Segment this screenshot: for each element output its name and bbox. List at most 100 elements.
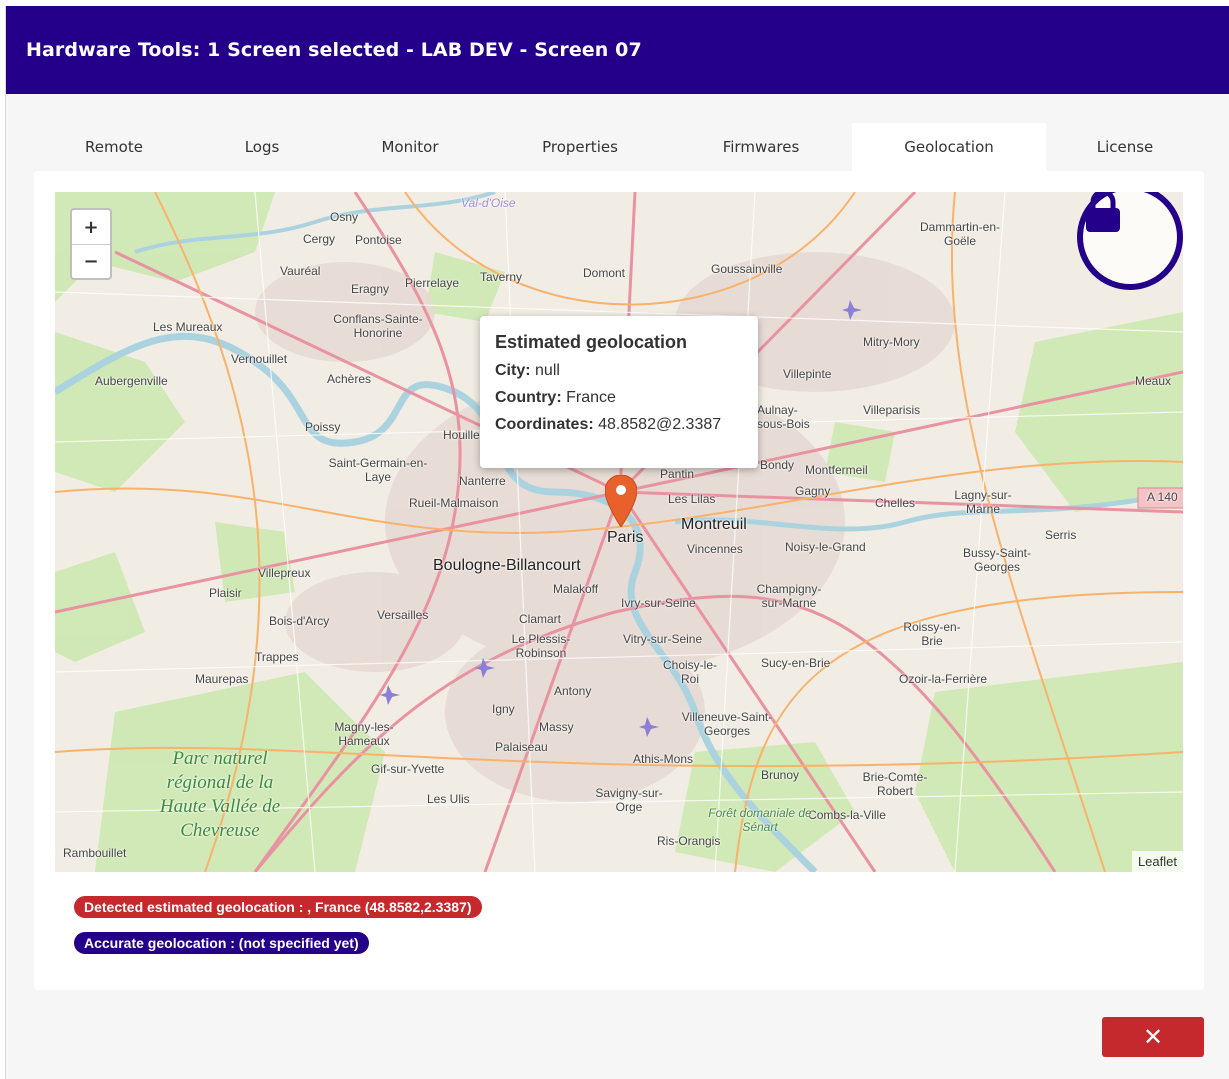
close-icon: ✕ (1142, 1023, 1164, 1051)
map-label-athis: Athis-Mons (633, 752, 694, 766)
map-label-gagny: Gagny (795, 484, 831, 498)
popup-title: Estimated geolocation (495, 332, 688, 352)
map-label-villeparisis: Villeparisis (863, 403, 921, 417)
map-label-vaureal: Vauréal (280, 264, 321, 278)
map-label-paris: Paris (607, 529, 644, 546)
map-label-roissy: Roissy-en-Brie (903, 620, 961, 648)
modal-title: Hardware Tools: 1 Screen selected - LAB … (26, 39, 642, 61)
map-label-bussy: Bussy-Saint-Georges (962, 546, 1032, 574)
detected-geolocation-badge: Detected estimated geolocation : , Franc… (74, 896, 482, 918)
map-label-villepreux: Villepreux (258, 566, 311, 580)
map-label-meaux: Meaux (1135, 374, 1172, 388)
map-label-cergy: Cergy (303, 232, 336, 246)
popup-coords-label: Coordinates: (495, 416, 594, 433)
zoom-out-button[interactable]: − (72, 244, 110, 278)
map-label-trappes: Trappes (255, 650, 299, 664)
zoom-control: + − (70, 208, 112, 280)
map-label-conflans: Conflans-Sainte-Honorine (333, 312, 423, 340)
map-label-villepinte: Villepinte (783, 367, 832, 381)
map-label-brunoy: Brunoy (761, 768, 800, 782)
popup-city-label: City: (495, 362, 531, 379)
map-view[interactable]: Paris Boulogne-Billancourt Montreuil Osn… (55, 192, 1183, 872)
map-label-clamart: Clamart (519, 612, 562, 626)
map-label-aulnay: Aulnay-sous-Bois (757, 403, 810, 431)
map-label-vernouillet: Vernouillet (231, 352, 288, 366)
map-label-saintgermain: Saint-Germain-en-Laye (328, 456, 428, 484)
zoom-in-button[interactable]: + (72, 210, 110, 244)
map-label-aubergenville: Aubergenville (95, 374, 168, 388)
map-attribution-link[interactable]: Leaflet (1131, 851, 1183, 872)
map-label-leplessis: Le Plessis-Robinson (511, 632, 571, 660)
map-label-massy: Massy (539, 720, 574, 734)
map-label-antony: Antony (554, 684, 592, 698)
map-label-domont: Domont (583, 266, 626, 280)
popup-city-value: null (535, 362, 560, 379)
map-label-pontoise: Pontoise (355, 233, 402, 247)
tab-logs[interactable]: Logs (194, 123, 330, 171)
map-label-vitry: Vitry-sur-Seine (623, 632, 703, 646)
map-label-eragny: Eragny (351, 282, 390, 296)
close-button[interactable]: ✕ (1102, 1017, 1204, 1057)
tab-properties[interactable]: Properties (490, 123, 670, 171)
tab-remote[interactable]: Remote (34, 123, 194, 171)
map-label-montreuil: Montreuil (681, 516, 747, 533)
map-label-dammartin: Dammartin-en-Goële (920, 220, 1001, 248)
map-label-vincennes: Vincennes (687, 542, 743, 556)
map-label-villeneuve: Villeneuve-Saint-Georges (681, 710, 773, 738)
map-label-nanterre: Nanterre (459, 474, 506, 488)
map-label-leslilas: Les Lilas (668, 492, 716, 506)
map-label-senart: Forêt domaniale de Sénart (708, 806, 812, 834)
map-label-magny: Magny-les-Hameaux (334, 720, 394, 748)
geolocation-popup: Estimated geolocation City: null Country… (480, 316, 758, 468)
popup-country-value: France (566, 389, 616, 406)
map-label-rambouillet: Rambouillet (63, 846, 127, 860)
map-label-park: Parc naturel régional de la Haute Vallée… (159, 748, 281, 841)
map-label-a140: A 140 (1147, 490, 1178, 504)
map-label-sucy: Sucy-en-Brie (761, 656, 831, 670)
hardware-tools-modal: Hardware Tools: 1 Screen selected - LAB … (5, 6, 1229, 1079)
map-label-rueil: Rueil-Malmaison (409, 496, 499, 510)
map-label-savigny: Savigny-sur-Orge (595, 786, 663, 814)
map-label-poissy: Poissy (305, 420, 341, 434)
map-label-combs: Combs-la-Ville (808, 808, 886, 822)
map-label-boisdarcy: Bois-d'Arcy (269, 614, 330, 628)
map-label-mitrymory: Mitry-Mory (863, 335, 920, 349)
accurate-geolocation-badge: Accurate geolocation : (not specified ye… (74, 932, 369, 954)
popup-country-row: Country: France (495, 389, 743, 407)
map-label-gif: Gif-sur-Yvette (371, 762, 445, 776)
map-label-valdoise: Val-d'Oise (461, 196, 516, 210)
map-label-lesulis: Les Ulis (427, 792, 470, 806)
popup-coords-row: Coordinates: 48.8582@2.3387 (495, 416, 743, 434)
tab-geolocation[interactable]: Geolocation (852, 123, 1046, 171)
map-label-montfermeil: Montfermeil (805, 463, 868, 477)
map-label-palaiseau: Palaiseau (495, 740, 548, 754)
map-label-malakoff: Malakoff (553, 582, 599, 596)
map-label-plaisir: Plaisir (209, 586, 242, 600)
modal-header: Hardware Tools: 1 Screen selected - LAB … (6, 6, 1229, 94)
map-label-noisy: Noisy-le-Grand (785, 540, 866, 554)
map-label-maurepas: Maurepas (195, 672, 249, 686)
map-label-osny: Osny (330, 210, 359, 224)
tab-bar: Remote Logs Monitor Properties Firmwares… (34, 123, 1204, 171)
map-label-taverny: Taverny (480, 270, 523, 284)
map-label-champigny: Champigny-sur-Marne (756, 582, 822, 610)
map-label-brie: Brie-Comte-Robert (862, 770, 928, 798)
map-label-acheres: Achères (327, 372, 372, 386)
map-label-pantin: Pantin (660, 467, 695, 481)
map-label-versailles: Versailles (377, 608, 429, 622)
map-label-ozoir: Ozoir-la-Ferrière (899, 672, 988, 686)
tab-monitor[interactable]: Monitor (330, 123, 490, 171)
popup-country-label: Country: (495, 389, 562, 406)
map-label-lesmureaux: Les Mureaux (153, 320, 223, 334)
map-label-serris: Serris (1045, 528, 1077, 542)
map-label-goussainville: Goussainville (711, 262, 783, 276)
map-label-bondy: Bondy (760, 458, 795, 472)
tab-license[interactable]: License (1046, 123, 1204, 171)
tab-firmwares[interactable]: Firmwares (670, 123, 852, 171)
map-label-boulogne: Boulogne-Billancourt (433, 557, 581, 574)
map-label-chelles: Chelles (875, 496, 916, 510)
map-label-ivry: Ivry-sur-Seine (621, 596, 696, 610)
map-label-lagny: Lagny-sur-Marne (954, 488, 1012, 516)
map-label-risorangis: Ris-Orangis (657, 834, 721, 848)
map-label-pierrelaye: Pierrelaye (405, 276, 460, 290)
